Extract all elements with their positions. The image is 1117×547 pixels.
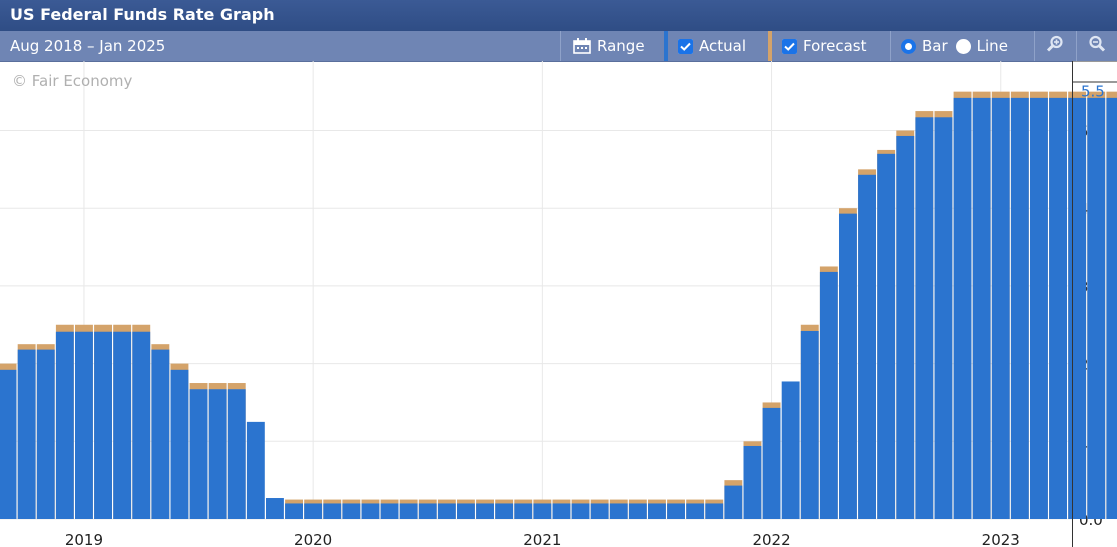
actual-bar	[915, 117, 934, 519]
x-tick-label: 2020	[294, 531, 332, 547]
forecast-checkbox[interactable]	[782, 38, 797, 54]
range-label: Range	[597, 37, 645, 55]
actual-bar	[457, 503, 475, 519]
actual-bar	[571, 503, 590, 519]
actual-bar	[380, 503, 399, 519]
fed-funds-bar-chart: 0.01.02.03.04.05.02019202020212022202320…	[0, 61, 1117, 547]
actual-bar	[113, 331, 132, 519]
current-value-label: 5.5	[1081, 83, 1105, 101]
actual-bar	[934, 117, 953, 519]
actual-bar	[590, 503, 609, 519]
actual-bar	[1087, 97, 1106, 519]
chart-mode-selector: Bar Line	[890, 31, 1032, 61]
actual-bar	[1068, 97, 1087, 519]
actual-bar	[743, 445, 762, 519]
actual-bar	[285, 503, 303, 519]
actual-bar	[819, 271, 838, 519]
x-tick-label: 2021	[523, 531, 561, 547]
actual-bar	[552, 503, 571, 519]
actual-bar	[762, 407, 781, 519]
actual-bar	[189, 389, 208, 519]
forecast-label: Forecast	[803, 37, 867, 55]
line-label[interactable]: Line	[977, 37, 1008, 55]
actual-bar	[132, 331, 151, 519]
actual-bar	[781, 381, 800, 519]
x-tick-label: 2022	[752, 531, 790, 547]
actual-bar	[227, 389, 246, 519]
actual-bar	[418, 503, 437, 519]
actual-bar	[0, 369, 17, 519]
actual-bar	[628, 503, 647, 519]
actual-bar	[361, 503, 380, 519]
actual-bar	[94, 331, 112, 519]
actual-bar	[151, 349, 170, 519]
actual-bar	[839, 213, 857, 520]
actual-bar	[1106, 97, 1117, 519]
chart-toolbar: Aug 2018 – Jan 2025 Range Actual Forecas…	[0, 31, 1117, 62]
x-tick-label: 2023	[982, 531, 1020, 547]
window-title: US Federal Funds Rate Graph	[10, 5, 275, 24]
copyright-watermark: © Fair Economy	[12, 72, 133, 90]
actual-bar	[609, 503, 628, 519]
actual-label: Actual	[699, 37, 746, 55]
current-value-box	[1072, 61, 1117, 83]
actual-bar	[514, 503, 533, 519]
line-radio[interactable]	[955, 38, 971, 54]
actual-bar	[17, 349, 36, 519]
forecast-toggle[interactable]: Forecast	[772, 31, 890, 61]
bar-radio[interactable]	[901, 38, 916, 54]
title-bar: US Federal Funds Rate Graph	[0, 0, 1117, 31]
actual-bar	[896, 135, 915, 519]
actual-bar	[323, 503, 342, 519]
zoom-out-button[interactable]	[1076, 31, 1117, 61]
actual-bar	[476, 503, 494, 519]
actual-bar	[246, 421, 265, 519]
actual-bar	[533, 503, 552, 519]
actual-bar	[648, 503, 666, 519]
actual-bar	[304, 503, 323, 519]
actual-bar	[342, 503, 361, 519]
actual-bar	[1010, 97, 1029, 519]
actual-bar	[705, 503, 724, 519]
actual-bar	[686, 503, 705, 519]
actual-bar	[972, 97, 991, 519]
bar-label[interactable]: Bar	[922, 37, 948, 55]
actual-bar	[1049, 97, 1067, 519]
actual-bar	[495, 503, 514, 519]
actual-bar	[208, 389, 227, 519]
actual-bar	[55, 331, 74, 519]
actual-bar	[36, 349, 55, 519]
actual-bar	[266, 498, 284, 519]
range-button[interactable]: Range	[560, 31, 664, 61]
actual-bar	[877, 153, 896, 519]
actual-bar	[399, 503, 418, 519]
actual-bar	[1030, 97, 1048, 519]
zoom-in-icon	[1046, 35, 1064, 57]
actual-bar	[991, 97, 1010, 519]
actual-checkbox[interactable]	[678, 38, 693, 54]
actual-bar	[953, 97, 972, 519]
actual-bar	[858, 174, 876, 519]
actual-bar	[667, 503, 685, 519]
actual-bar	[75, 331, 93, 519]
zoom-in-button[interactable]	[1034, 31, 1075, 61]
calendar-icon	[573, 38, 591, 54]
x-tick-label: 2019	[65, 531, 103, 547]
actual-bar	[724, 485, 743, 519]
actual-bar	[437, 503, 456, 519]
zoom-out-icon	[1088, 35, 1106, 57]
date-range-text: Aug 2018 – Jan 2025	[10, 37, 166, 55]
actual-bar	[800, 330, 819, 519]
actual-toggle[interactable]: Actual	[668, 31, 768, 61]
actual-bar	[170, 369, 189, 519]
